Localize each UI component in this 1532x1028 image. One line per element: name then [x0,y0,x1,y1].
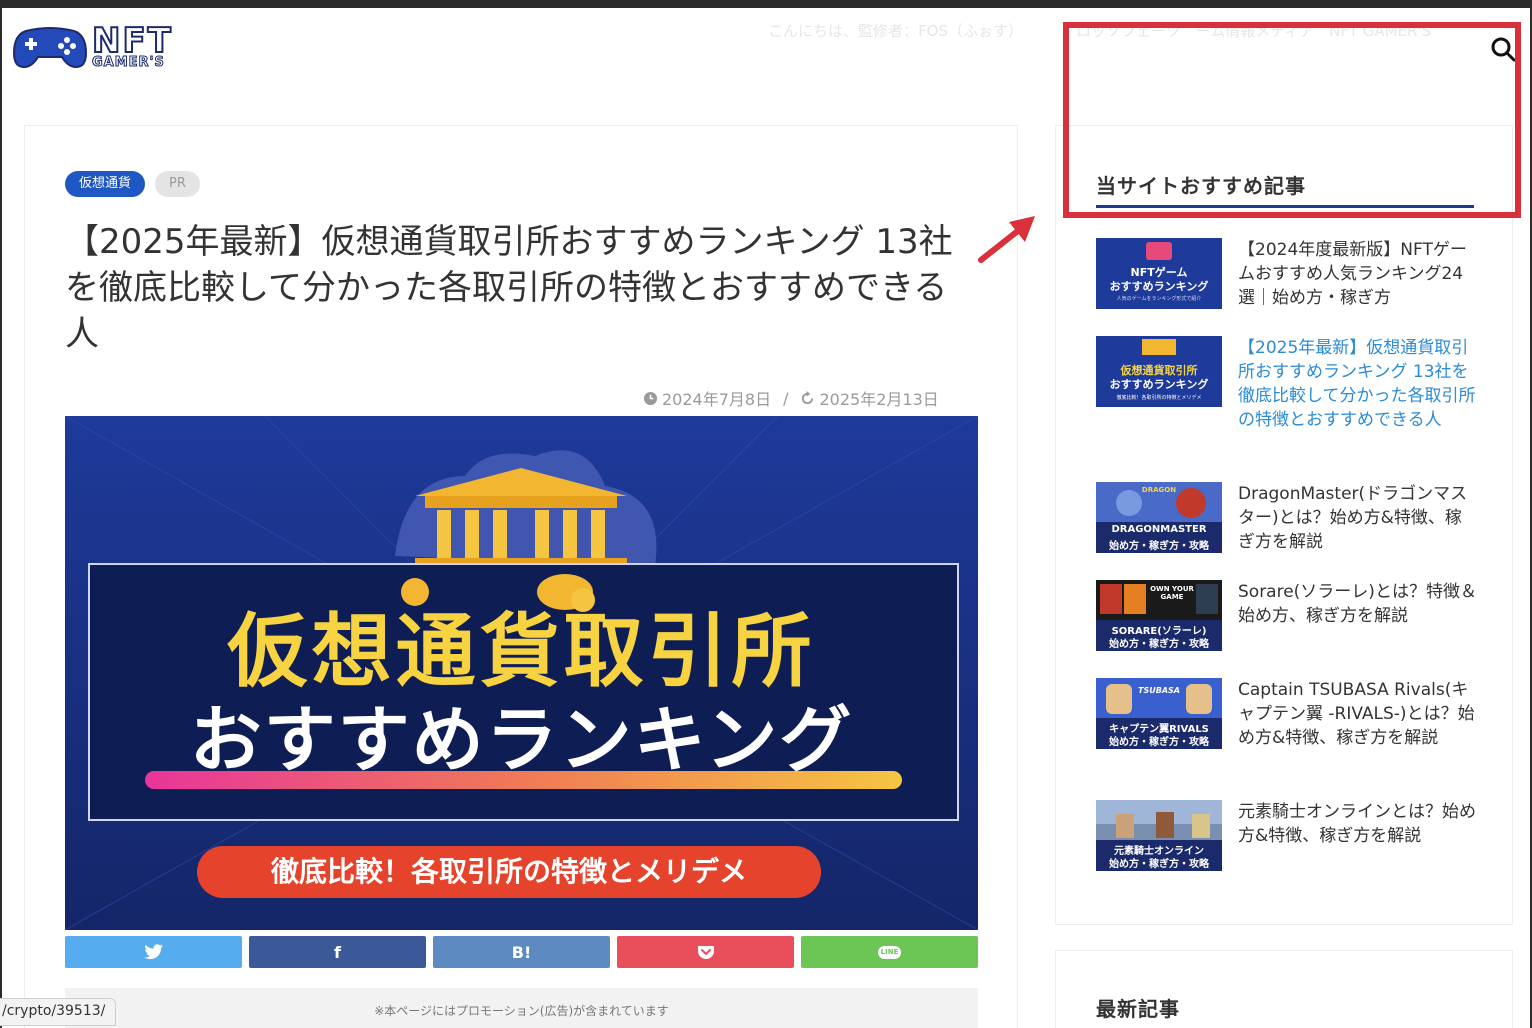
share-twitter-button[interactable] [65,936,242,968]
thumb-text-2: 始め方・稼ぎ方・攻略 [1109,639,1209,650]
article-tags: 仮想通貨 PR [65,171,200,197]
share-pocket-button[interactable] [617,936,794,968]
browser-status-url: /crypto/39513/ [0,998,117,1026]
share-line-button[interactable]: LINE [801,936,978,968]
recommended-title[interactable]: DragonMaster(ドラゴンマスター)とは？始め方&特徴、稼ぎ方を解説 [1238,482,1478,554]
hero-main-text: 仮想通貨取引所 [227,605,816,698]
recommended-title[interactable]: Captain TSUBASA Rivals(キャプテン翼 -RIVALS-)と… [1238,678,1478,750]
pocket-icon [697,946,714,959]
thumb-logo: DRAGON [1141,486,1177,494]
thumb-text-2: おすすめランキング [1109,378,1209,391]
recommended-title[interactable]: 【2024年度最新版】NFTゲームおすすめ人気ランキング24選｜始め方・稼ぎ方 [1238,238,1478,310]
list-item[interactable]: 元素騎士オンライン 始め方・稼ぎ方・攻略 元素騎士オンラインとは？始め方&特徴、… [1096,800,1486,871]
article-dates: 2024年7月8日 / 2025年2月13日 [643,386,939,410]
date-separator: / [783,388,789,408]
pr-tag: PR [155,171,200,197]
thumb-text-2: おすすめランキング [1109,280,1209,293]
hero-sub-text: おすすめランキング [189,698,854,782]
gamepad-icon [12,26,88,68]
line-icon: LINE [877,945,902,959]
share-facebook-button[interactable]: f [249,936,426,968]
sidebar-latest: 最新記事 [1055,950,1513,1028]
annotation-arrow-icon [978,216,1035,263]
hatena-icon: B! [511,942,532,962]
list-item[interactable]: TSUBASA キャプテン翼RIVALS 始め方・稼ぎ方・攻略 Captain … [1096,678,1486,750]
thumb-logo: TSUBASA [1138,686,1180,695]
promotion-notice: ※本ページにはプロモーション(広告)が含まれています [65,988,978,1028]
twitter-icon [143,944,163,960]
thumbnail-crypto-exchange[interactable]: 仮想通貨取引所 おすすめランキング 徹底比較！各取引所の特徴とメリデメ [1096,336,1222,407]
thumbnail-nft-games[interactable]: NFTゲーム おすすめランキング 人気のゲームをランキング形式で紹介 [1096,238,1222,309]
share-buttons: f B! LINE [65,936,978,968]
clock-icon [643,391,658,405]
thumbnail-captain-tsubasa[interactable]: TSUBASA キャプテン翼RIVALS 始め方・稼ぎ方・攻略 [1096,678,1222,749]
list-item[interactable]: OWN YOUR GAME SORARE(ソラーレ) 始め方・稼ぎ方・攻略 So… [1096,580,1486,651]
category-tag[interactable]: 仮想通貨 [65,171,146,197]
sidebar-recommended: 当サイトおすすめ記事 NFTゲーム おすすめランキング 人気のゲームをランキング… [1055,125,1513,925]
article-card: 仮想通貨 PR 【2025年最新】仮想通貨取引所おすすめランキング 13社を徹底… [24,125,1018,1028]
logo-text-gamers: GAMER'S [92,55,165,70]
list-item[interactable]: DRAGON DRAGONMASTER 始め方・稼ぎ方・攻略 DragonMas… [1096,482,1486,554]
thumbnail-dragonmaster[interactable]: DRAGON DRAGONMASTER 始め方・稼ぎ方・攻略 [1096,482,1222,553]
recommended-title[interactable]: Sorare(ソラーレ)とは？特徴＆始め方、稼ぎ方を解説 [1238,580,1478,651]
list-item[interactable]: NFTゲーム おすすめランキング 人気のゲームをランキング形式で紹介 【2024… [1096,238,1486,310]
thumb-text-2: 始め方・稼ぎ方・攻略 [1109,859,1209,870]
hero-pill-text: 徹底比較！各取引所の特徴とメリデメ [270,855,747,888]
hero-image: 仮想通貨取引所 おすすめランキング 徹底比較！各取引所の特徴とメリデメ [65,416,978,930]
facebook-icon: f [334,942,341,962]
article-title: 【2025年最新】仮想通貨取引所おすすめランキング 13社を徹底比較して分かった… [65,222,953,354]
thumbnail-genso-knights[interactable]: 元素騎士オンライン 始め方・稼ぎ方・攻略 [1096,800,1222,871]
thumbnail-sorare[interactable]: OWN YOUR GAME SORARE(ソラーレ) 始め方・稼ぎ方・攻略 [1096,580,1222,651]
updated-date: 2025年2月13日 [819,390,939,409]
share-hatena-button[interactable]: B! [433,936,610,968]
site-logo[interactable]: NFT GAMER'S [12,21,173,70]
header-greeting: こんにちは、監修者：FOS（ふぉす） [768,22,1023,40]
recommended-title[interactable]: 元素騎士オンラインとは？始め方&特徴、稼ぎ方を解説 [1238,800,1478,871]
thumb-text-2: 始め方・稼ぎ方・攻略 [1109,541,1209,552]
thumb-text-3: 徹底比較！各取引所の特徴とメリデメ [1116,395,1202,401]
latest-heading: 最新記事 [1096,997,1180,1021]
recommended-title-active[interactable]: 【2025年最新】仮想通貨取引所おすすめランキング 13社を徹底比較して分かった… [1238,336,1478,432]
logo-text-nft: NFT [91,21,173,61]
thumb-slogan: OWN YOUR GAME [1150,585,1194,601]
thumb-text-3: 人気のゲームをランキング形式で紹介 [1116,296,1202,302]
thumb-text-1: DRAGONMASTER [1111,524,1207,535]
refresh-icon [802,390,814,404]
highlight-annotation-box [1063,22,1521,218]
thumb-text-2: 始め方・稼ぎ方・攻略 [1109,737,1209,748]
published-date: 2024年7月8日 [662,390,772,409]
list-item[interactable]: 仮想通貨取引所 おすすめランキング 徹底比較！各取引所の特徴とメリデメ 【202… [1096,336,1486,432]
